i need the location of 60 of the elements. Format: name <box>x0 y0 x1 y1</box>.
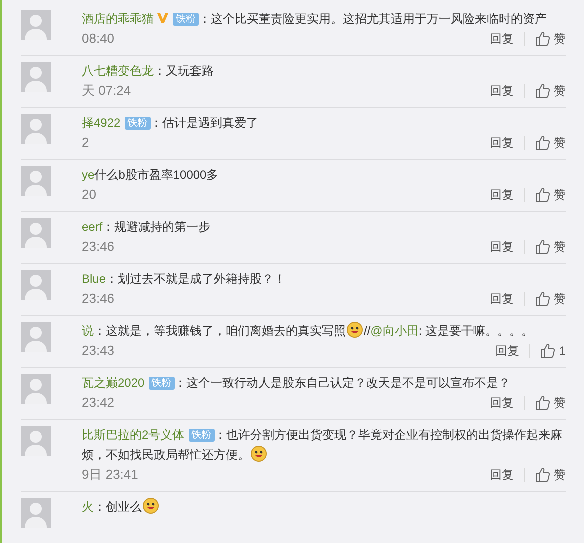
avatar[interactable] <box>21 270 51 300</box>
avatar[interactable] <box>21 498 51 528</box>
thumbs-up-icon <box>535 395 551 411</box>
reply-button[interactable]: 回复 <box>495 341 520 361</box>
like-button[interactable]: 赞 <box>535 81 566 101</box>
thumbs-up-icon <box>535 135 551 151</box>
timestamp: 2 <box>81 134 90 152</box>
avatar[interactable] <box>21 62 51 92</box>
like-button[interactable]: 赞 <box>535 289 566 309</box>
like-button[interactable]: 1 <box>540 341 566 361</box>
reply-button[interactable]: 回复 <box>490 81 514 101</box>
timestamp: 23:46 <box>81 290 115 308</box>
avatar[interactable] <box>21 322 51 352</box>
comment-text: ye什么b股市盈率10000多 <box>81 167 220 184</box>
comment-text: Blue：划过去不就是成了外籍持股？！ <box>81 271 288 288</box>
thumbs-up-icon <box>535 31 551 47</box>
reply-button[interactable]: 回复 <box>490 133 514 153</box>
like-button[interactable]: 赞 <box>535 185 566 205</box>
avatar[interactable] <box>21 218 51 248</box>
comment-text: 火：创业么 <box>60 497 566 517</box>
comment-text: 瓦之巅2020 铁粉 ：这个一致行动人是股东自己认定？改天是不是可以宣布不是？ <box>81 375 512 392</box>
avatar[interactable] <box>21 374 51 404</box>
thumbs-up-icon <box>535 467 551 483</box>
avatar[interactable] <box>21 10 51 40</box>
like-button[interactable]: 赞 <box>535 29 566 49</box>
timestamp: 23:42 <box>81 394 115 412</box>
like-button[interactable]: 赞 <box>535 393 566 413</box>
emoji-icon <box>347 322 363 338</box>
emoji-icon <box>143 498 159 514</box>
like-button[interactable]: 赞 <box>535 465 566 485</box>
thumbs-up-icon <box>540 343 556 359</box>
avatar[interactable] <box>21 166 51 196</box>
mention-link[interactable]: @向小田 <box>370 324 419 338</box>
comment-text: 酒店的乖乖猫 铁粉 ：这个比买董责险更实用。这招尤其适用于万一风险来临时的资产 <box>81 11 548 28</box>
reply-button[interactable]: 回复 <box>490 289 514 309</box>
like-button[interactable]: 赞 <box>535 237 566 257</box>
comment-text: eerf：规避减持的第一步 <box>81 219 212 236</box>
timestamp: 20 <box>81 186 96 204</box>
avatar[interactable] <box>21 426 51 456</box>
emoji-icon <box>251 446 267 462</box>
reply-button[interactable]: 回复 <box>490 29 514 49</box>
timestamp: 23:46 <box>81 238 115 256</box>
thumbs-up-icon <box>535 239 551 255</box>
reply-button[interactable]: 回复 <box>490 185 514 205</box>
thumbs-up-icon <box>535 187 551 203</box>
thumbs-up-icon <box>535 291 551 307</box>
comment-text: 择4922 铁粉 ：估计是遇到真爱了 <box>81 115 260 132</box>
timestamp: 23:43 <box>81 342 115 360</box>
timestamp: 9日 23:41 <box>81 466 138 484</box>
reply-button[interactable]: 回复 <box>490 465 514 485</box>
comment-text: 八七糟变色龙：又玩套路 <box>81 63 215 80</box>
comment-text: 比斯巴拉的2号义体 铁粉 ：也许分割方便出货变现？毕竟对企业有控制权的出货操作起来麻烦，不如找民政局帮忙还方便。 <box>81 427 564 464</box>
like-button[interactable]: 赞 <box>535 133 566 153</box>
reply-button[interactable]: 回复 <box>490 237 514 257</box>
timestamp: 08:40 <box>81 30 115 48</box>
timestamp: 天 07:24 <box>81 82 132 100</box>
reply-button[interactable]: 回复 <box>490 393 514 413</box>
avatar[interactable] <box>21 114 51 144</box>
comment-text: 说：这就是，等我赚钱了，咱们离婚去的真实写照 //@向小田: 这是要干嘛。。。。 <box>81 321 535 340</box>
thumbs-up-icon <box>535 83 551 99</box>
